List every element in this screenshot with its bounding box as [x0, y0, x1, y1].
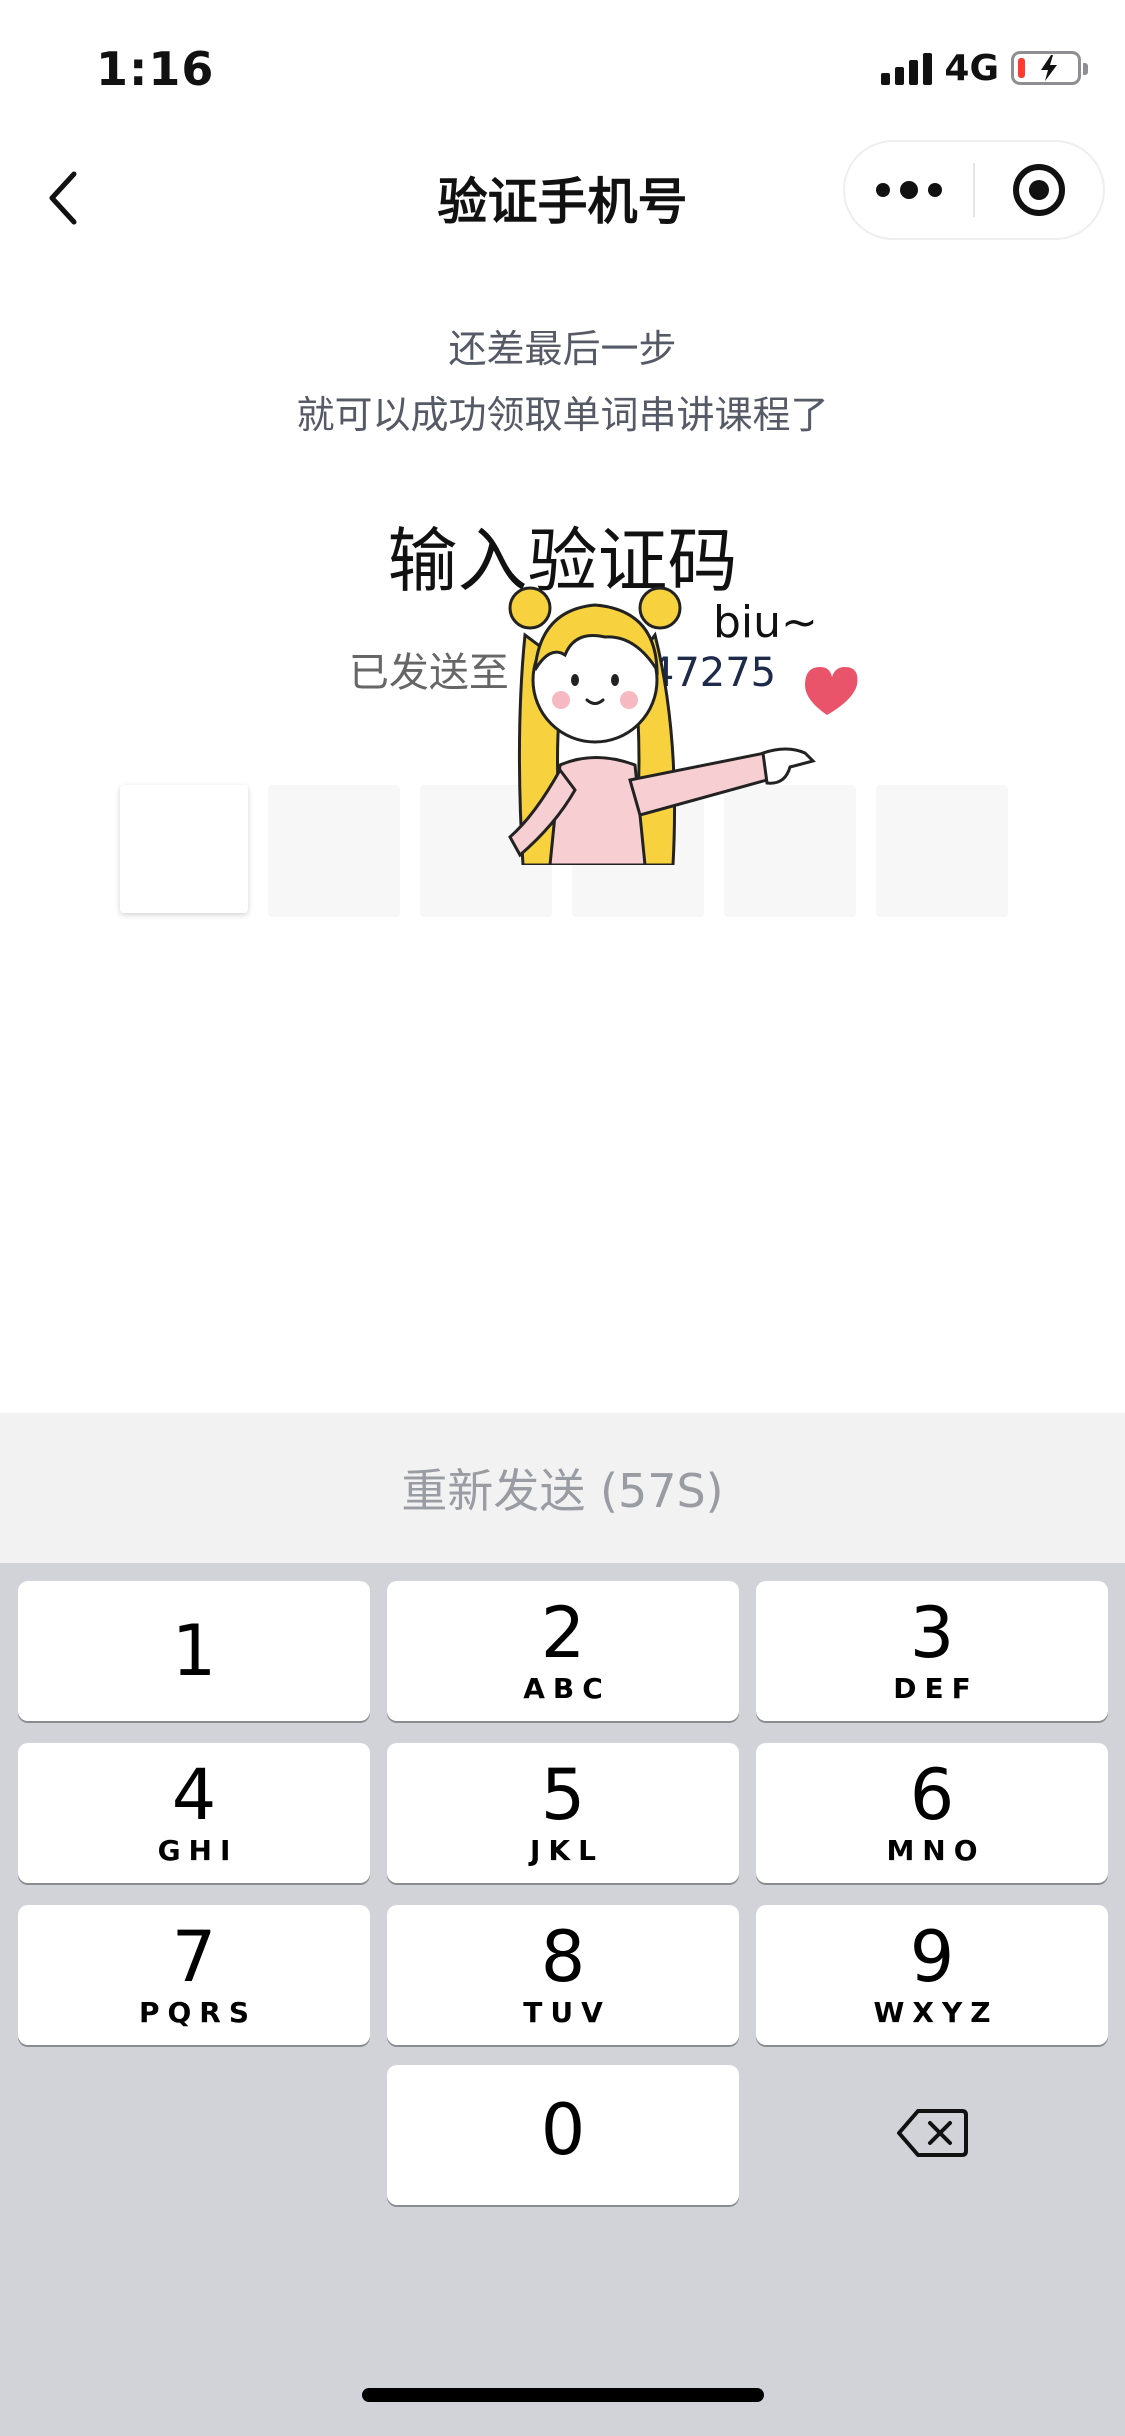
close-miniprogram-button[interactable] — [975, 142, 1103, 238]
code-box[interactable] — [268, 785, 400, 917]
key-9[interactable]: 9 WXYZ — [756, 1905, 1108, 2045]
status-time: 1:16 — [96, 42, 215, 96]
delete-key[interactable] — [756, 2063, 1108, 2203]
key-3[interactable]: 3 DEF — [756, 1581, 1108, 1721]
nav-bar: 验证手机号 — [0, 140, 1125, 250]
subtitle-line-2: 就可以成功领取单词串讲课程了 — [296, 393, 829, 437]
home-indicator — [362, 2388, 764, 2402]
network-type: 4G — [944, 47, 999, 89]
code-box[interactable] — [876, 785, 1008, 917]
code-box[interactable] — [120, 785, 248, 913]
key-8[interactable]: 8 TUV — [387, 1905, 739, 2045]
key-1[interactable]: 1 — [18, 1581, 370, 1721]
signal-icon — [881, 51, 933, 85]
miniprogram-capsule — [843, 140, 1105, 240]
subtitle-line-1: 还差最后一步 — [448, 327, 677, 371]
more-button[interactable] — [845, 142, 973, 238]
sent-to-label: 已发送至 — [348, 650, 509, 696]
key-5[interactable]: 5 JKL — [387, 1743, 739, 1883]
key-2[interactable]: 2 ABC — [387, 1581, 739, 1721]
status-bar: 1:16 4G — [0, 0, 1125, 135]
battery-icon — [1011, 51, 1088, 85]
key-4[interactable]: 4 GHI — [18, 1743, 370, 1883]
numeric-keyboard: 1 2 ABC 3 DEF 4 GHI 5 JKL 6 MNO 7 PQRS 8… — [0, 1563, 1125, 2436]
key-0[interactable]: 0 — [387, 2065, 739, 2205]
resend-button[interactable]: 重新发送 (57S) — [401, 1455, 723, 1521]
sticker-text: biu~ — [713, 597, 818, 648]
backspace-icon — [897, 2109, 968, 2157]
sticker-image: biu~ — [508, 586, 858, 865]
status-indicators: 4G — [881, 47, 1088, 89]
resend-bar: 重新发送 (57S) — [0, 1413, 1125, 1563]
target-icon — [1012, 164, 1065, 216]
key-7[interactable]: 7 PQRS — [18, 1905, 370, 2045]
more-dots-icon — [876, 183, 890, 197]
key-6[interactable]: 6 MNO — [756, 1743, 1108, 1883]
